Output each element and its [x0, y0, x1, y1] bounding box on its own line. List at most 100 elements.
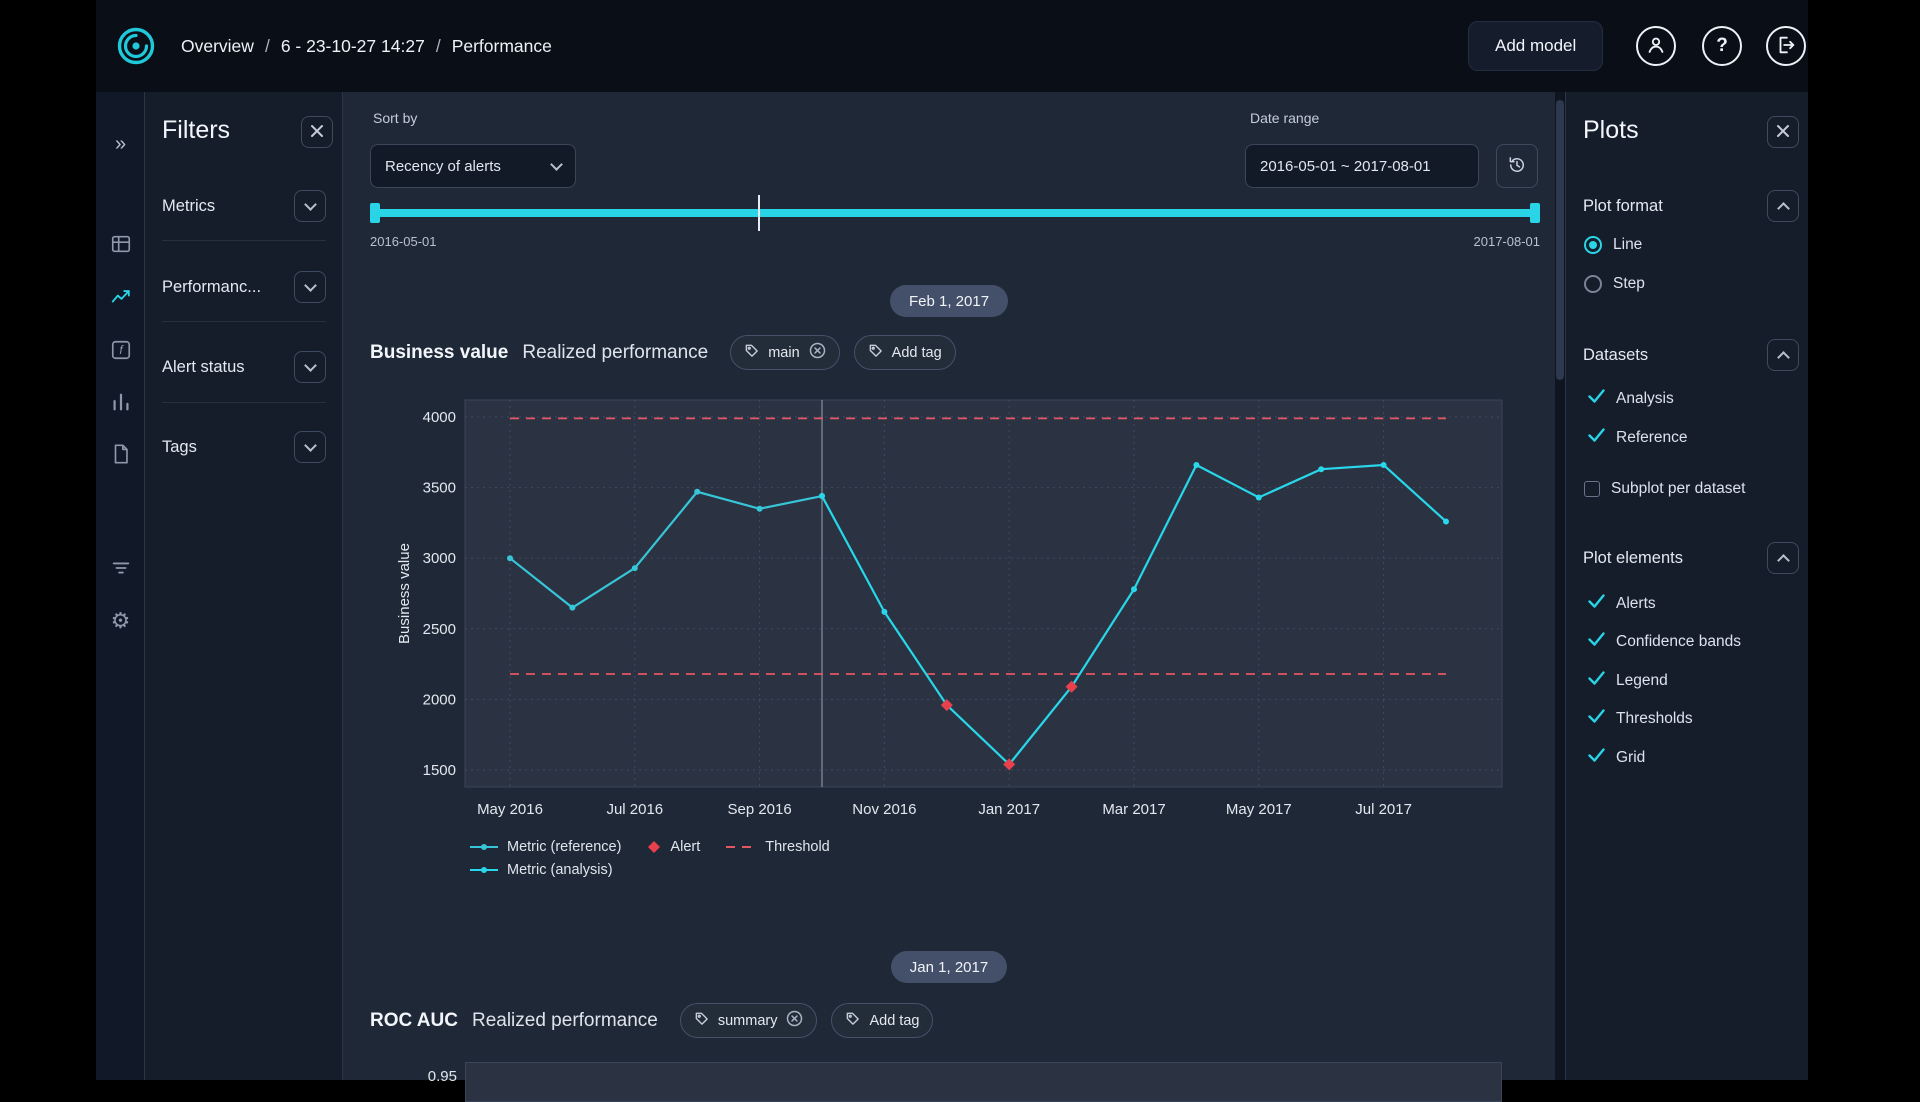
date-slider-track[interactable]	[370, 209, 1540, 217]
section-datasets[interactable]: Datasets	[1583, 339, 1799, 371]
chevron-down-icon[interactable]	[294, 190, 326, 222]
breadcrumb-separator: /	[265, 36, 270, 57]
checkbox-analysis[interactable]: Analysis	[1588, 389, 1674, 408]
tag-pill[interactable]: summary	[680, 1003, 818, 1038]
performance-trend-icon[interactable]	[96, 277, 145, 317]
expand-sidebar-icon[interactable]: »	[96, 124, 145, 164]
document-icon[interactable]	[96, 434, 145, 474]
radio-selected-icon	[1584, 236, 1602, 254]
filter-section-alert-status[interactable]: Alert status	[162, 351, 326, 383]
svg-text:Jul 2017: Jul 2017	[1355, 801, 1412, 818]
filter-section-metrics[interactable]: Metrics	[162, 190, 326, 222]
table-view-icon[interactable]	[96, 224, 145, 264]
check-icon	[1588, 709, 1605, 728]
checkbox-alerts[interactable]: Alerts	[1588, 594, 1656, 613]
add-tag-button[interactable]: Add tag	[831, 1003, 933, 1038]
legend-item-analysis[interactable]: Metric (analysis)	[470, 862, 613, 878]
breadcrumb-separator: /	[436, 36, 441, 57]
legend-item-reference[interactable]: Metric (reference)	[470, 839, 621, 855]
breadcrumb-overview[interactable]: Overview	[181, 36, 254, 57]
bar-chart-icon[interactable]	[96, 382, 145, 422]
date-slider-handle-start[interactable]	[370, 203, 380, 223]
add-tag-label: Add tag	[869, 1013, 919, 1029]
filter-section-performance[interactable]: Performanc...	[162, 271, 326, 303]
chevron-up-icon[interactable]	[1767, 339, 1799, 371]
close-icon	[310, 124, 324, 141]
chart-subtitle: Realized performance	[522, 342, 708, 364]
chart-title: ROC AUC	[370, 1010, 458, 1032]
radio-step[interactable]: Step	[1584, 275, 1645, 293]
chevron-down-icon[interactable]	[294, 271, 326, 303]
chart-legend-row-2: Metric (analysis)	[470, 862, 613, 878]
remove-tag-icon[interactable]	[786, 1010, 803, 1031]
svg-text:3000: 3000	[423, 550, 456, 567]
tag-icon	[694, 1011, 709, 1030]
close-icon	[1776, 124, 1790, 141]
filters-close-button[interactable]	[301, 116, 333, 148]
user-icon	[1645, 34, 1667, 59]
roc-auc-chart-partial[interactable]	[465, 1062, 1502, 1102]
checkbox-reference[interactable]: Reference	[1588, 428, 1688, 447]
check-icon	[1588, 671, 1605, 690]
chevron-down-icon[interactable]	[294, 431, 326, 463]
checkbox-thresholds[interactable]: Thresholds	[1588, 709, 1693, 728]
check-icon	[1588, 428, 1605, 447]
chevron-up-icon[interactable]	[1767, 542, 1799, 574]
checkbox-confidence-bands[interactable]: Confidence bands	[1588, 632, 1741, 651]
add-tag-button[interactable]: Add tag	[854, 335, 956, 370]
tag-label: summary	[718, 1013, 778, 1029]
section-plot-format[interactable]: Plot format	[1583, 190, 1799, 222]
radio-line[interactable]: Line	[1584, 236, 1642, 254]
date-range-input[interactable]: 2016-05-01 ~ 2017-08-01	[1245, 144, 1479, 188]
date-slider-cursor[interactable]	[758, 195, 760, 231]
remove-tag-icon[interactable]	[809, 342, 826, 363]
date-badge: Feb 1, 2017	[890, 285, 1008, 317]
breadcrumb-model[interactable]: 6 - 23-10-27 14:27	[281, 36, 425, 57]
chart-legend-row-1: Metric (reference) Alert Threshold	[470, 839, 830, 855]
settings-gear-icon[interactable]: ⚙	[96, 601, 145, 641]
checkbox-legend[interactable]: Legend	[1588, 671, 1668, 690]
filters-panel: Filters Metrics Performanc... Alert stat…	[145, 92, 343, 1080]
legend-item-alert[interactable]: Alert	[647, 839, 700, 855]
date-range-value: 2016-05-01 ~ 2017-08-01	[1260, 158, 1431, 175]
svg-text:f: f	[119, 343, 124, 357]
user-account-button[interactable]	[1636, 26, 1676, 66]
app-logo-icon[interactable]	[114, 24, 158, 73]
section-plot-elements[interactable]: Plot elements	[1583, 542, 1799, 574]
tag-icon	[868, 343, 883, 362]
sort-by-value: Recency of alerts	[385, 158, 501, 175]
check-icon	[1588, 389, 1605, 408]
checkbox-grid[interactable]: Grid	[1588, 748, 1645, 767]
svg-text:4000: 4000	[423, 409, 456, 426]
date-badge: Jan 1, 2017	[891, 951, 1007, 983]
plots-close-button[interactable]	[1767, 116, 1799, 148]
empty-checkbox-icon	[1584, 481, 1600, 497]
function-icon[interactable]: f	[96, 330, 145, 370]
logout-button[interactable]	[1766, 26, 1806, 66]
tag-pill[interactable]: main	[730, 335, 839, 370]
divider	[162, 240, 326, 241]
breadcrumb: Overview / 6 - 23-10-27 14:27 / Performa…	[181, 0, 552, 92]
tag-icon	[744, 343, 759, 362]
check-icon	[1588, 632, 1605, 651]
scrollbar-thumb[interactable]	[1556, 100, 1564, 380]
svg-text:2000: 2000	[423, 691, 456, 708]
chevron-down-icon[interactable]	[294, 351, 326, 383]
chevron-up-icon[interactable]	[1767, 190, 1799, 222]
legend-item-threshold[interactable]: Threshold	[726, 839, 829, 855]
filter-section-tags[interactable]: Tags	[162, 431, 326, 463]
breadcrumb-performance[interactable]: Performance	[452, 36, 552, 57]
svg-text:2500: 2500	[423, 621, 456, 638]
add-model-button[interactable]: Add model	[1468, 21, 1603, 71]
date-history-button[interactable]	[1496, 144, 1538, 188]
chart2-header: ROC AUC Realized performance summary	[370, 1003, 933, 1038]
logout-icon	[1775, 34, 1797, 59]
checkbox-subplot-per-dataset[interactable]: Subplot per dataset	[1584, 480, 1745, 498]
chevron-down-icon	[550, 158, 563, 171]
business-value-chart-svg[interactable]: 150020002500300035004000May 2016Jul 2016…	[392, 392, 1532, 842]
help-button[interactable]: ?	[1702, 26, 1742, 66]
filter-lines-icon[interactable]	[96, 548, 145, 588]
sort-by-select[interactable]: Recency of alerts	[370, 144, 576, 188]
tag-label: main	[768, 345, 799, 361]
date-slider-handle-end[interactable]	[1530, 203, 1540, 223]
